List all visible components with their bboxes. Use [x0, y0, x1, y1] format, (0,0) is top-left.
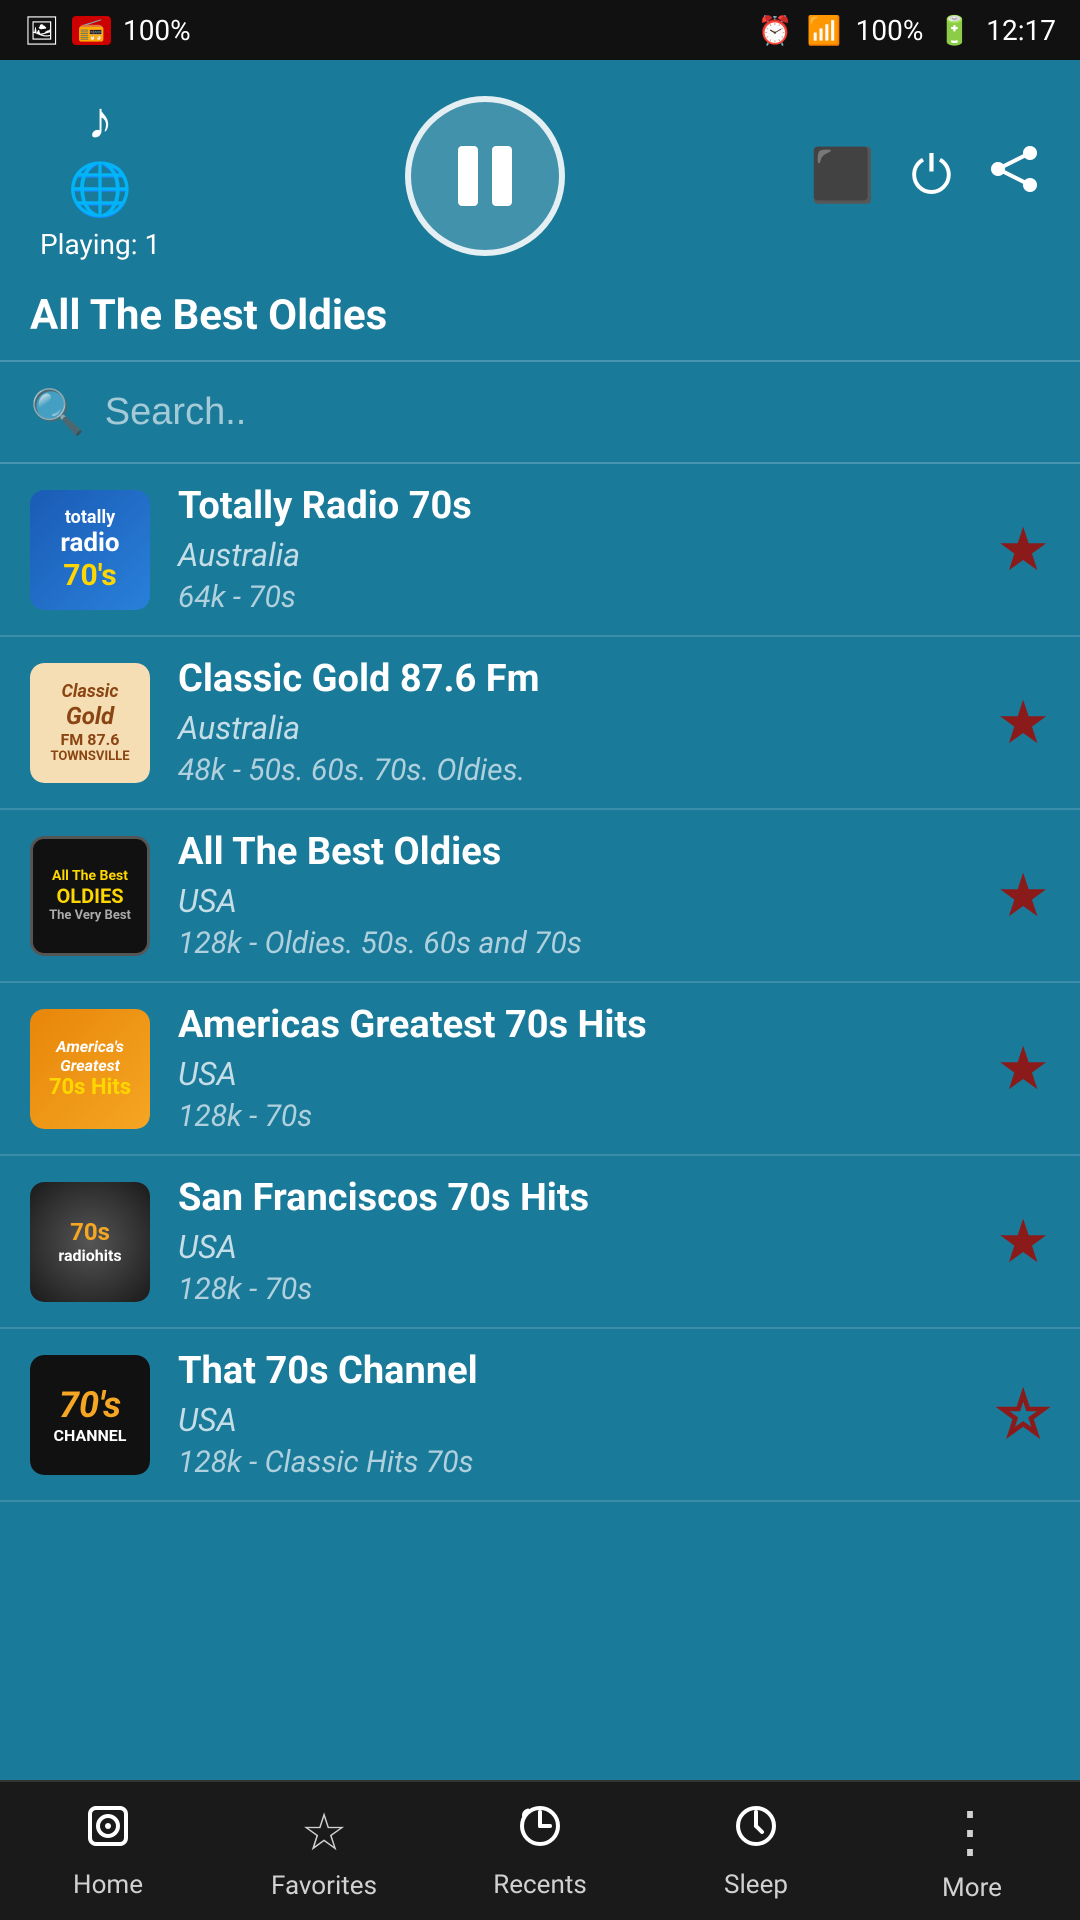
- pause-bar-right: [492, 146, 512, 206]
- station-country: USA: [178, 1228, 976, 1266]
- home-icon: [84, 1802, 132, 1862]
- favorite-star[interactable]: ★: [996, 1033, 1050, 1104]
- station-meta: 48k - 50s. 60s. 70s. Oldies.: [178, 753, 976, 788]
- recents-icon: [516, 1802, 564, 1862]
- station-info: Classic Gold 87.6 Fm Australia 48k - 50s…: [178, 657, 976, 788]
- station-meta: 128k - 70s: [178, 1099, 976, 1134]
- nav-item-recents[interactable]: Recents: [432, 1802, 648, 1900]
- nav-label-home: Home: [73, 1870, 143, 1900]
- battery-icon: 🔋: [937, 14, 972, 47]
- now-playing-section: All The Best Oldies: [0, 281, 1080, 362]
- station-name: That 70s Channel: [178, 1349, 976, 1393]
- player-header: ♪ 🌐 Playing: 1 ⬛ ⏻: [0, 60, 1080, 281]
- time-display: 12:17: [986, 14, 1056, 47]
- alarm-icon: ⏰: [758, 14, 793, 47]
- station-name: Classic Gold 87.6 Fm: [178, 657, 976, 701]
- globe-icon[interactable]: 🌐: [68, 159, 133, 220]
- pause-button[interactable]: [405, 96, 565, 256]
- app-icon: 📻: [72, 16, 111, 45]
- station-logo-that70s: 70's CHANNEL: [30, 1355, 150, 1475]
- favorite-star[interactable]: ★: [996, 860, 1050, 931]
- search-input[interactable]: [105, 391, 1050, 434]
- station-item[interactable]: 70s radiohits San Franciscos 70s Hits US…: [0, 1156, 1080, 1329]
- station-info: Totally Radio 70s Australia 64k - 70s: [178, 484, 976, 615]
- bottom-nav: Home ☆ Favorites Recents Sleep ⋮ More: [0, 1780, 1080, 1920]
- power-button[interactable]: ⏻: [911, 145, 952, 207]
- battery-label: 100%: [856, 14, 924, 47]
- station-info: San Franciscos 70s Hits USA 128k - 70s: [178, 1176, 976, 1307]
- share-button[interactable]: [988, 143, 1040, 208]
- station-list: totally radio 70's Totally Radio 70s Aus…: [0, 464, 1080, 1780]
- station-meta: 128k - Oldies. 50s. 60s and 70s: [178, 926, 976, 961]
- nav-item-more[interactable]: ⋮ More: [864, 1799, 1080, 1903]
- player-left-controls: ♪ 🌐 Playing: 1: [40, 90, 160, 261]
- station-logo-totally70s: totally radio 70's: [30, 490, 150, 610]
- nav-item-home[interactable]: Home: [0, 1802, 216, 1900]
- wifi-icon: 📶: [807, 14, 842, 47]
- station-name: All The Best Oldies: [178, 830, 976, 874]
- station-logo-allbest: All The Best OLDIES The Very Best: [30, 836, 150, 956]
- nav-label-sleep: Sleep: [724, 1870, 788, 1900]
- status-left: 🖼 📻 100%: [24, 14, 191, 47]
- now-playing-title: All The Best Oldies: [30, 291, 1050, 340]
- station-logo-americas: America's Greatest 70s Hits: [30, 1009, 150, 1129]
- favorite-star[interactable]: ★: [996, 687, 1050, 758]
- player-right-controls: ⬛ ⏻: [810, 143, 1040, 208]
- search-icon: 🔍: [30, 386, 85, 438]
- photo-icon: 🖼: [24, 14, 60, 47]
- station-info: All The Best Oldies USA 128k - Oldies. 5…: [178, 830, 976, 961]
- station-meta: 128k - Classic Hits 70s: [178, 1445, 976, 1480]
- favorite-star[interactable]: ☆: [996, 1379, 1050, 1450]
- nav-label-favorites: Favorites: [271, 1871, 377, 1901]
- station-name: San Franciscos 70s Hits: [178, 1176, 976, 1220]
- station-meta: 128k - 70s: [178, 1272, 976, 1307]
- nav-item-sleep[interactable]: Sleep: [648, 1802, 864, 1900]
- more-icon: ⋮: [942, 1799, 1002, 1865]
- player-center: [405, 96, 565, 256]
- status-bar: 🖼 📻 100% ⏰ 📶 100% 🔋 12:17: [0, 0, 1080, 60]
- search-bar: 🔍: [0, 362, 1080, 464]
- favorites-icon: ☆: [301, 1802, 348, 1863]
- station-meta: 64k - 70s: [178, 580, 976, 615]
- station-info: Americas Greatest 70s Hits USA 128k - 70…: [178, 1003, 976, 1134]
- main-content: ♪ 🌐 Playing: 1 ⬛ ⏻: [0, 60, 1080, 1780]
- station-name: Totally Radio 70s: [178, 484, 976, 528]
- nav-label-recents: Recents: [493, 1870, 587, 1900]
- pause-bar-left: [458, 146, 478, 206]
- station-logo-sf70s: 70s radiohits: [30, 1182, 150, 1302]
- station-logo-classicgold: Classic Gold FM 87.6 TOWNSVILLE: [30, 663, 150, 783]
- station-country: Australia: [178, 536, 976, 574]
- station-item[interactable]: Classic Gold FM 87.6 TOWNSVILLE Classic …: [0, 637, 1080, 810]
- station-country: USA: [178, 882, 976, 920]
- notification-count: 100%: [123, 14, 191, 47]
- sleep-icon: [732, 1802, 780, 1862]
- playing-label: Playing: 1: [40, 228, 160, 261]
- station-name: Americas Greatest 70s Hits: [178, 1003, 976, 1047]
- pause-icon: [458, 146, 512, 206]
- station-country: USA: [178, 1055, 976, 1093]
- favorite-star[interactable]: ★: [996, 1206, 1050, 1277]
- nav-item-favorites[interactable]: ☆ Favorites: [216, 1802, 432, 1901]
- station-item[interactable]: All The Best OLDIES The Very Best All Th…: [0, 810, 1080, 983]
- nav-label-more: More: [942, 1873, 1002, 1903]
- stop-button[interactable]: ⬛: [810, 145, 875, 206]
- favorite-star[interactable]: ★: [996, 514, 1050, 585]
- station-item[interactable]: 70's CHANNEL That 70s Channel USA 128k -…: [0, 1329, 1080, 1502]
- station-info: That 70s Channel USA 128k - Classic Hits…: [178, 1349, 976, 1480]
- station-country: USA: [178, 1401, 976, 1439]
- station-item[interactable]: America's Greatest 70s Hits Americas Gre…: [0, 983, 1080, 1156]
- station-country: Australia: [178, 709, 976, 747]
- station-item[interactable]: totally radio 70's Totally Radio 70s Aus…: [0, 464, 1080, 637]
- music-icon[interactable]: ♪: [87, 90, 113, 151]
- status-right: ⏰ 📶 100% 🔋 12:17: [758, 14, 1056, 47]
